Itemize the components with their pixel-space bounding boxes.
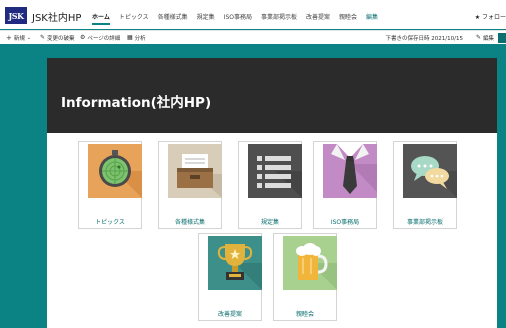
follow-button[interactable]: ★ フォロー [475, 12, 506, 21]
gear-icon: ⚙ [80, 34, 86, 41]
chart-icon: ▦ [127, 34, 133, 41]
analytics-label: 分析 [134, 36, 146, 42]
tile-label: ISO事務局 [330, 219, 360, 226]
nav-rules[interactable]: 規定集 [197, 12, 215, 21]
discard-icon: ✎ [40, 34, 46, 41]
discard-label: 変更の破棄 [47, 36, 75, 42]
save-status: 下書きの保存日時 2021/10/15 [385, 36, 463, 42]
file-drawer-icon [168, 144, 222, 198]
nav-home[interactable]: ホーム [92, 12, 110, 25]
list-icon [248, 144, 302, 198]
nav-improvement[interactable]: 改善提案 [306, 12, 330, 21]
page-title: Information(社内HP) [61, 95, 212, 111]
new-label: 新規 [13, 36, 25, 42]
tile-label: 改善提案 [217, 311, 242, 318]
tile-forms[interactable]: 各種様式集 [158, 141, 222, 229]
discard-changes-button[interactable]: ✎ 変更の破棄 [40, 34, 75, 43]
tile-improvement[interactable]: 改善提案 [198, 233, 262, 321]
tile-iso[interactable]: ISO事務局 [313, 141, 377, 229]
nav-iso[interactable]: ISO事務局 [224, 12, 252, 21]
tile-bulletin[interactable]: 事業部掲示板 [393, 141, 457, 229]
site-title[interactable]: JSK社内HP [32, 9, 81, 24]
hero-banner: Information(社内HP) [47, 58, 497, 133]
nav-forms[interactable]: 各種様式集 [158, 12, 188, 21]
new-button[interactable]: + 新規 ⌄ [6, 34, 31, 42]
page-details-label: ページの詳細 [87, 36, 121, 42]
beer-mug-icon [283, 236, 337, 290]
site-logo[interactable]: JSK [5, 7, 27, 24]
tile-label: 事業部掲示板 [406, 219, 443, 226]
top-navigation: ホーム トピックス 各種様式集 規定集 ISO事務局 事業部掲示板 改善提案 親… [92, 12, 387, 25]
tile-label: 親睦会 [295, 311, 314, 318]
nav-edit-link[interactable]: 編集 [366, 12, 378, 21]
chat-bubbles-icon [403, 144, 457, 198]
page-details-button[interactable]: ⚙ ページの詳細 [80, 34, 121, 43]
analytics-button[interactable]: ▦ 分析 [127, 34, 146, 43]
edit-label: 編集 [482, 36, 494, 42]
tile-rules[interactable]: 規定集 [238, 141, 302, 229]
chevron-down-icon: ⌄ [26, 34, 32, 41]
tile-label: トピックス [95, 219, 125, 226]
nav-bulletin[interactable]: 事業部掲示板 [261, 12, 297, 21]
site-header: JSK JSK社内HP ホーム トピックス 各種様式集 規定集 ISO事務局 事… [0, 0, 506, 29]
edit-button[interactable]: ✎ 編集 [475, 34, 494, 43]
necktie-icon [323, 144, 377, 198]
publish-button[interactable] [498, 33, 506, 43]
nav-topics[interactable]: トピックス [119, 12, 149, 21]
page-canvas: Information(社内HP) トピックス 各種様式集 規定集 ISO事務局… [47, 58, 497, 328]
trophy-icon [208, 236, 262, 290]
tile-social[interactable]: 親睦会 [273, 233, 337, 321]
radar-icon [88, 144, 142, 198]
tile-label: 規定集 [260, 219, 279, 226]
pencil-icon: ✎ [475, 34, 481, 41]
command-bar: + 新規 ⌄ ✎ 変更の破棄 ⚙ ページの詳細 ▦ 分析 下書きの保存日時 20… [0, 30, 506, 44]
nav-social[interactable]: 親睦会 [339, 12, 357, 21]
tile-topics[interactable]: トピックス [78, 141, 142, 229]
plus-icon: + [6, 33, 12, 42]
tile-label: 各種様式集 [174, 219, 205, 226]
